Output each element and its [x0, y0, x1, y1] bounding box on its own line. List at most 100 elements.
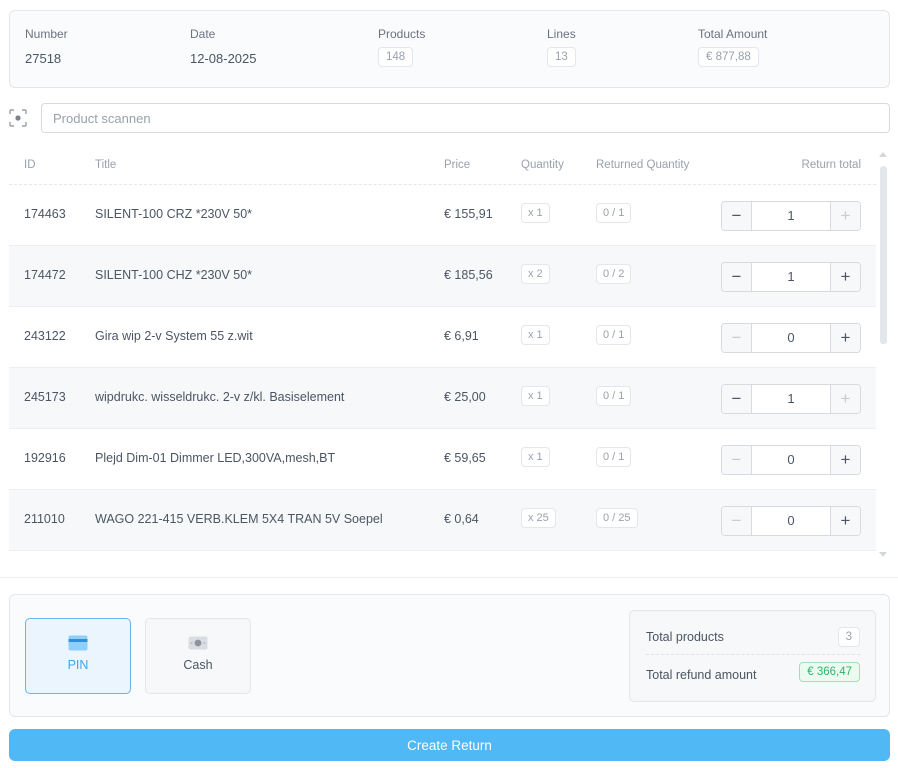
payment-panel: PIN Cash Total products 3 Total refund a… — [9, 594, 890, 717]
lines-label: Lines — [547, 27, 576, 41]
decrease-button[interactable]: − — [722, 385, 752, 413]
total-amount-badge: € 877,88 — [698, 47, 759, 67]
row-price: € 0,64 — [444, 512, 479, 526]
row-title: Plejd Dim-01 Dimmer LED,300VA,mesh,BT — [95, 451, 336, 465]
increase-button[interactable]: + — [830, 263, 860, 291]
summary-total: Total Amount € 877,88 — [698, 27, 767, 67]
decrease-button[interactable]: − — [722, 446, 752, 474]
increase-button[interactable]: + — [830, 324, 860, 352]
header-returned-quantity: Returned Quantity — [596, 159, 690, 171]
increase-button[interactable]: + — [830, 446, 860, 474]
summary-number: Number 27518 — [25, 27, 68, 66]
total-refund-badge: € 366,47 — [799, 662, 860, 682]
stepper-value[interactable]: 0 — [752, 446, 830, 474]
payment-method-pin[interactable]: PIN — [25, 618, 131, 694]
scan-icon[interactable] — [9, 109, 27, 127]
table-row: 245173 wipdrukc. wisseldrukc. 2-v z/kl. … — [9, 368, 876, 429]
row-price: € 155,91 — [444, 207, 493, 221]
total-products-row: Total products 3 — [646, 619, 860, 655]
header-id: ID — [24, 159, 36, 171]
date-value: 12-08-2025 — [190, 51, 257, 66]
increase-button[interactable]: + — [830, 507, 860, 535]
number-value: 27518 — [25, 51, 62, 66]
decrease-button[interactable]: − — [722, 324, 752, 352]
row-price: € 59,65 — [444, 451, 486, 465]
total-products-badge: 3 — [837, 627, 860, 647]
create-return-button[interactable]: Create Return — [9, 729, 890, 761]
decrease-button[interactable]: − — [722, 263, 752, 291]
row-id: 174472 — [24, 268, 66, 282]
row-id: 245173 — [24, 390, 66, 404]
return-quantity-stepper: − 1 + — [721, 384, 861, 414]
increase-button[interactable]: + — [830, 202, 860, 230]
scroll-up-arrow-icon[interactable] — [879, 152, 887, 157]
row-quantity-badge: x 2 — [521, 264, 550, 284]
row-returned-badge: 0 / 1 — [596, 325, 632, 345]
table-row: 192916 Plejd Dim-01 Dimmer LED,300VA,mes… — [9, 429, 876, 490]
table-row: 174472 SILENT-100 CHZ *230V 50* € 185,56… — [9, 246, 876, 307]
summary-products: Products 148 — [378, 27, 425, 67]
row-returned-badge: 0 / 1 — [596, 203, 632, 223]
row-title: WAGO 221-415 VERB.KLEM 5X4 TRAN 5V Soepe… — [95, 512, 383, 526]
payment-method-label: Cash — [183, 658, 213, 672]
row-price: € 25,00 — [444, 390, 486, 404]
total-refund-row: Total refund amount € 366,47 — [646, 657, 860, 693]
row-returned-badge: 0 / 25 — [596, 508, 638, 528]
scan-input[interactable] — [41, 103, 890, 133]
table-row: 174463 SILENT-100 CRZ *230V 50* € 155,91… — [9, 185, 876, 246]
table-header: ID Title Price Quantity Returned Quantit… — [9, 148, 876, 185]
stepper-value[interactable]: 1 — [752, 263, 830, 291]
payment-method-label: PIN — [67, 658, 89, 672]
table-row: 243122 Gira wip 2-v System 55 z.wit € 6,… — [9, 307, 876, 368]
header-quantity: Quantity — [521, 159, 564, 171]
row-id: 243122 — [24, 329, 66, 343]
order-summary: Number 27518 Date 12-08-2025 Products 14… — [9, 10, 890, 88]
total-products-label: Total products — [646, 630, 724, 644]
decrease-button[interactable]: − — [722, 507, 752, 535]
summary-date: Date 12-08-2025 — [190, 27, 257, 66]
products-label: Products — [378, 27, 426, 41]
row-returned-badge: 0 / 2 — [596, 264, 632, 284]
row-title: Gira wip 2-v System 55 z.wit — [95, 329, 253, 343]
date-label: Date — [190, 27, 216, 41]
row-price: € 185,56 — [444, 268, 493, 282]
return-quantity-stepper: − 1 + — [721, 262, 861, 292]
section-divider — [0, 577, 898, 578]
number-label: Number — [25, 27, 68, 41]
lines-badge: 13 — [547, 47, 576, 67]
card-icon — [68, 635, 88, 651]
table-row: 211010 WAGO 221-415 VERB.KLEM 5X4 TRAN 5… — [9, 490, 876, 551]
increase-button[interactable]: + — [830, 385, 860, 413]
total-amount-label: Total Amount — [698, 27, 768, 41]
return-quantity-stepper: − 0 + — [721, 506, 861, 536]
return-quantity-stepper: − 1 + — [721, 201, 861, 231]
row-id: 192916 — [24, 451, 66, 465]
header-return-total: Return total — [801, 159, 861, 171]
scroll-down-arrow-icon[interactable] — [879, 552, 887, 557]
row-title: wipdrukc. wisseldrukc. 2-v z/kl. Basisel… — [95, 390, 345, 404]
decrease-button[interactable]: − — [722, 202, 752, 230]
row-quantity-badge: x 1 — [521, 447, 550, 467]
scrollbar-thumb[interactable] — [880, 166, 887, 344]
total-refund-label: Total refund amount — [646, 668, 757, 682]
row-quantity-badge: x 1 — [521, 325, 550, 345]
stepper-value[interactable]: 0 — [752, 507, 830, 535]
row-quantity-badge: x 1 — [521, 386, 550, 406]
row-quantity-badge: x 25 — [521, 508, 556, 528]
row-id: 174463 — [24, 207, 66, 221]
stepper-value[interactable]: 0 — [752, 324, 830, 352]
cash-icon — [188, 636, 208, 650]
row-title: SILENT-100 CHZ *230V 50* — [95, 268, 253, 282]
header-title: Title — [95, 159, 117, 171]
stepper-value[interactable]: 1 — [752, 202, 830, 230]
stepper-value[interactable]: 1 — [752, 385, 830, 413]
row-price: € 6,91 — [444, 329, 479, 343]
payment-method-cash[interactable]: Cash — [145, 618, 251, 694]
return-quantity-stepper: − 0 + — [721, 323, 861, 353]
summary-lines: Lines 13 — [547, 27, 576, 67]
row-title: SILENT-100 CRZ *230V 50* — [95, 207, 253, 221]
products-table: ID Title Price Quantity Returned Quantit… — [9, 148, 876, 551]
row-id: 211010 — [24, 512, 65, 526]
row-returned-badge: 0 / 1 — [596, 447, 632, 467]
row-returned-badge: 0 / 1 — [596, 386, 632, 406]
